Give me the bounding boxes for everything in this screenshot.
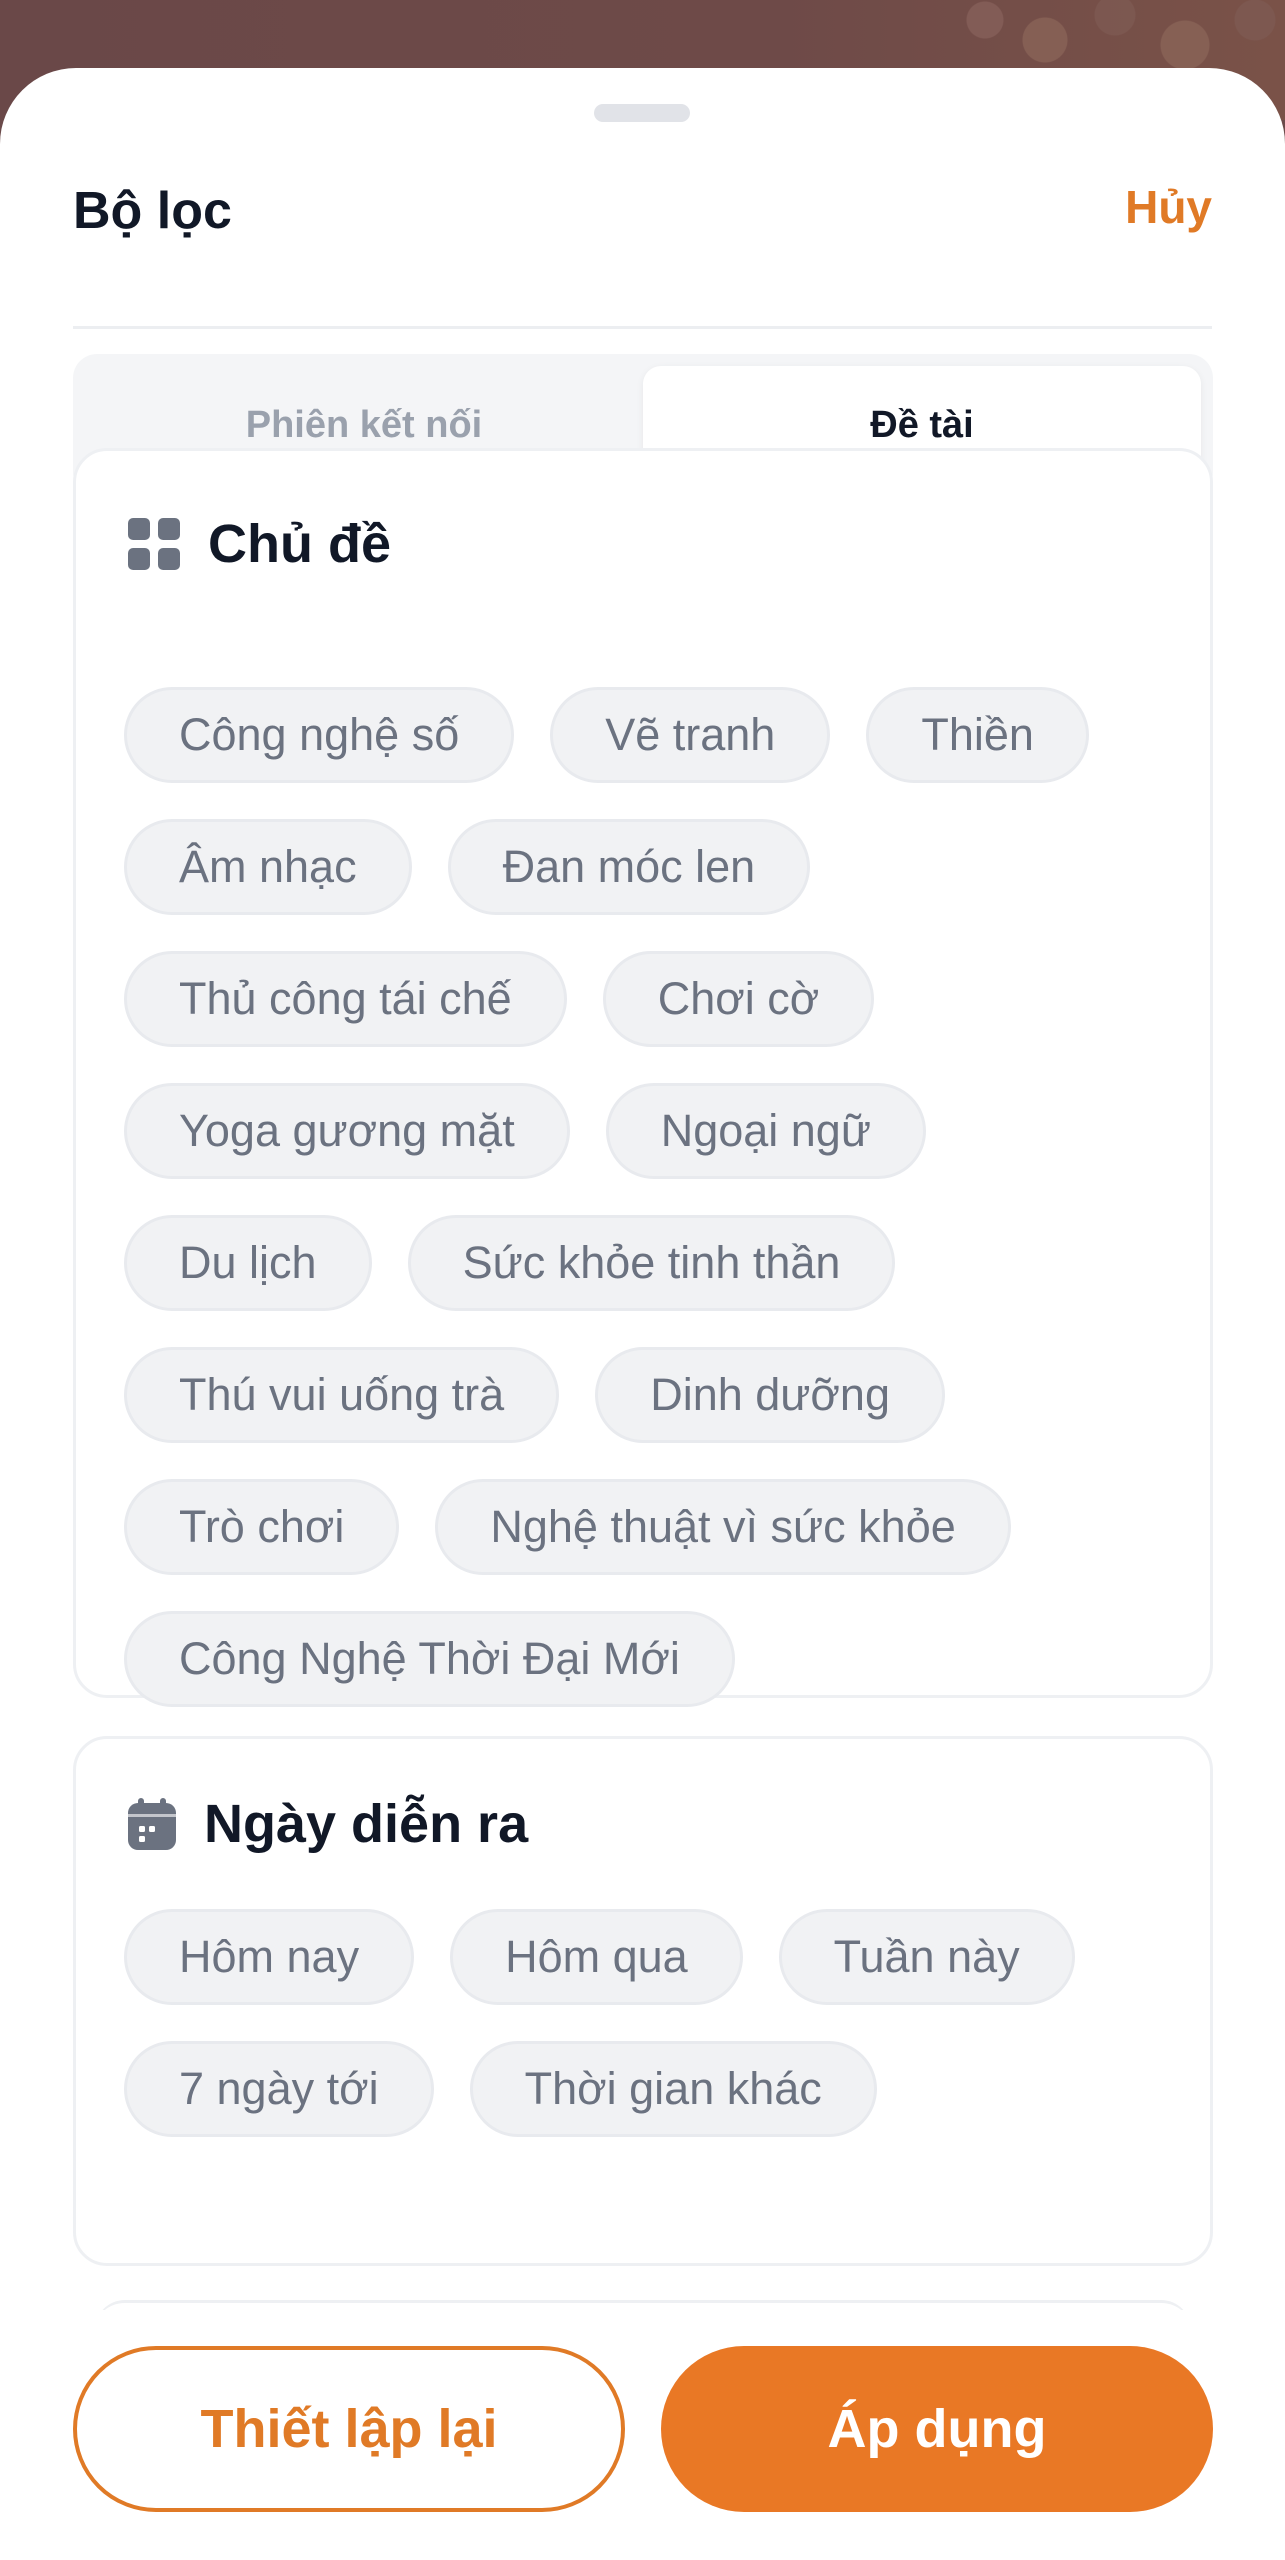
topic-chip[interactable]: Du lịch — [124, 1215, 372, 1311]
dates-section: Ngày diễn ra Hôm nay Hôm qua Tuần này 7 … — [73, 1736, 1213, 2266]
header-divider — [73, 326, 1212, 329]
topic-chip[interactable]: Công nghệ số — [124, 687, 515, 783]
footer-actions: Thiết lập lại Áp dụng — [0, 2310, 1285, 2560]
calendar-icon — [128, 1798, 176, 1850]
topics-section: Chủ đề Công nghệ số Vẽ tranh Thiền Âm nh… — [73, 448, 1213, 1707]
sheet-title: Bộ lọc — [73, 182, 232, 240]
date-chip[interactable]: 7 ngày tới — [124, 2041, 434, 2137]
topic-chip[interactable]: Dinh dưỡng — [595, 1347, 945, 1443]
date-chip[interactable]: Thời gian khác — [469, 2041, 877, 2137]
topic-chip[interactable]: Sức khỏe tinh thần — [407, 1215, 896, 1311]
topic-chip[interactable]: Vẽ tranh — [550, 687, 831, 783]
dates-chip-list: Hôm nay Hôm qua Tuần này 7 ngày tới Thời… — [124, 1909, 1170, 2137]
dates-header: Ngày diễn ra — [128, 1793, 528, 1855]
grid-icon — [128, 518, 180, 570]
topic-chip[interactable]: Nghệ thuật vì sức khỏe — [435, 1479, 1011, 1575]
reset-button[interactable]: Thiết lập lại — [73, 2346, 625, 2512]
topic-chip[interactable]: Đan móc len — [447, 819, 811, 915]
topic-chip[interactable]: Công Nghệ Thời Đại Mới — [124, 1611, 735, 1707]
topic-chip[interactable]: Thú vui uống trà — [124, 1347, 560, 1443]
topics-header: Chủ đề — [128, 513, 391, 575]
topic-chip[interactable]: Ngoại ngữ — [605, 1083, 926, 1179]
topics-title: Chủ đề — [208, 514, 391, 574]
topic-chip[interactable]: Âm nhạc — [124, 819, 412, 915]
date-chip[interactable]: Tuần này — [778, 1909, 1075, 2005]
topic-chip[interactable]: Chơi cờ — [602, 951, 875, 1047]
cancel-button[interactable]: Hủy — [1125, 180, 1212, 235]
topic-chip[interactable]: Thủ công tái chế — [124, 951, 567, 1047]
drag-handle[interactable] — [594, 104, 690, 122]
topic-chip[interactable]: Yoga gương mặt — [124, 1083, 570, 1179]
topic-chip[interactable]: Trò chơi — [124, 1479, 400, 1575]
topic-chip[interactable]: Thiền — [866, 687, 1089, 783]
date-chip[interactable]: Hôm qua — [450, 1909, 743, 2005]
topics-chip-list: Công nghệ số Vẽ tranh Thiền Âm nhạc Đan … — [124, 687, 1170, 1707]
apply-button[interactable]: Áp dụng — [661, 2346, 1213, 2512]
date-chip[interactable]: Hôm nay — [124, 1909, 415, 2005]
dates-title: Ngày diễn ra — [204, 1794, 529, 1854]
